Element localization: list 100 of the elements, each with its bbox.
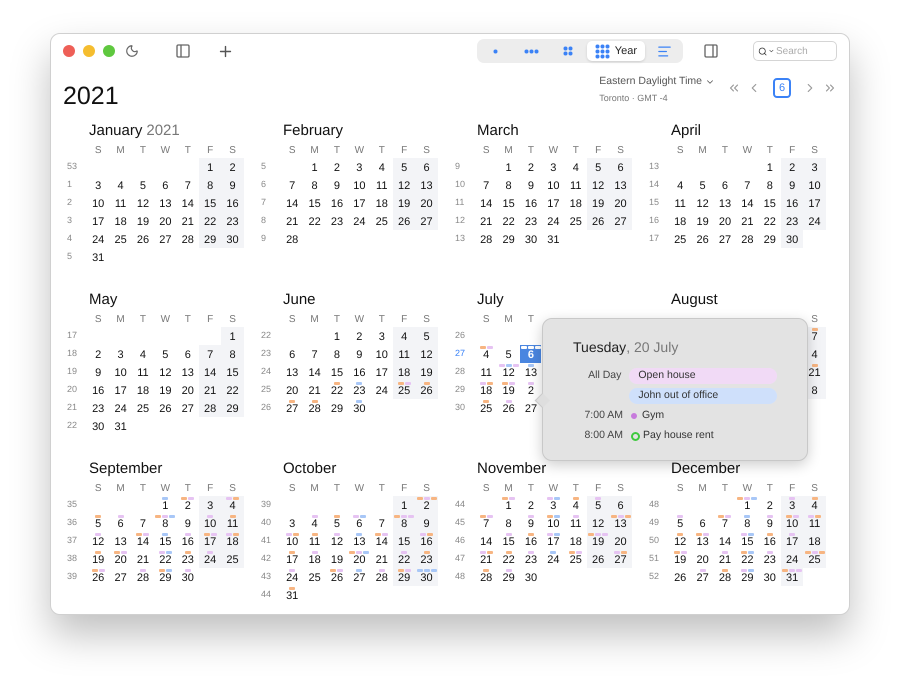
day-number[interactable]: 5 bbox=[162, 349, 168, 362]
day-number[interactable]: 19 bbox=[330, 554, 344, 567]
day-number[interactable]: 27 bbox=[696, 572, 709, 585]
day-number[interactable]: 27 bbox=[159, 234, 172, 247]
day-number[interactable]: 28 bbox=[286, 234, 298, 247]
day-number[interactable]: 2 bbox=[528, 500, 534, 513]
search-input[interactable]: Search bbox=[776, 44, 832, 58]
day-number[interactable]: 29 bbox=[764, 234, 776, 247]
day-number[interactable]: 1 bbox=[506, 500, 512, 513]
day-number[interactable]: 31 bbox=[547, 234, 560, 247]
day-number[interactable]: 30 bbox=[353, 403, 366, 416]
day-number[interactable]: 7 bbox=[312, 349, 318, 362]
moon-icon[interactable] bbox=[125, 44, 139, 58]
day-number[interactable]: 4 bbox=[572, 500, 579, 513]
day-number[interactable]: 25 bbox=[376, 216, 388, 229]
day-number[interactable]: 3 bbox=[118, 349, 124, 362]
day-number[interactable]: 21 bbox=[182, 216, 194, 229]
day-number[interactable]: 16 bbox=[524, 536, 538, 549]
day-number[interactable]: 3 bbox=[356, 162, 362, 175]
day-number[interactable]: 17 bbox=[286, 554, 298, 567]
day-number[interactable]: 3 bbox=[378, 331, 385, 344]
day-number[interactable]: 7 bbox=[140, 518, 146, 531]
day-number[interactable]: 11 bbox=[570, 518, 582, 531]
day-number[interactable]: 3 bbox=[289, 518, 296, 531]
timezone-dropdown[interactable]: Eastern Daylight Time bbox=[599, 74, 715, 90]
day-number[interactable]: 18 bbox=[114, 216, 127, 229]
day-number[interactable]: 27 bbox=[286, 403, 298, 416]
day-number[interactable]: 11 bbox=[114, 198, 126, 211]
day-number[interactable]: 28 bbox=[718, 572, 732, 585]
day-number[interactable]: 2 bbox=[184, 500, 191, 513]
day-number[interactable]: 22 bbox=[741, 554, 754, 567]
day-number[interactable]: 12 bbox=[674, 536, 686, 549]
day-number[interactable]: 8 bbox=[162, 518, 168, 531]
day-number[interactable]: 7 bbox=[378, 518, 385, 531]
day-number[interactable]: 14 bbox=[182, 198, 194, 211]
day-number[interactable]: 19 bbox=[159, 385, 172, 398]
day-number[interactable]: 23 bbox=[764, 554, 776, 567]
day-number[interactable]: 4 bbox=[677, 180, 684, 193]
close-button[interactable] bbox=[63, 45, 75, 57]
day-number[interactable]: 7 bbox=[184, 180, 191, 193]
day-number[interactable]: 19 bbox=[502, 385, 515, 398]
day-number[interactable]: 4 bbox=[312, 518, 318, 531]
day-number[interactable]: 25 bbox=[480, 403, 492, 416]
day-number[interactable]: 26 bbox=[674, 572, 686, 585]
day-number[interactable]: 2 bbox=[95, 349, 102, 362]
day-number[interactable]: 22 bbox=[330, 385, 344, 398]
day-number[interactable]: 15 bbox=[159, 536, 172, 549]
day-number[interactable]: 18 bbox=[570, 198, 582, 211]
day-number[interactable]: 26 bbox=[330, 572, 344, 585]
day-number[interactable]: 30 bbox=[182, 572, 194, 585]
task-title[interactable]: Pay house rent bbox=[643, 428, 714, 444]
day-number[interactable]: 20 bbox=[182, 385, 194, 398]
day-number[interactable]: 28 bbox=[480, 234, 492, 247]
day-number[interactable]: 26 bbox=[159, 403, 172, 416]
day-number[interactable]: 20 bbox=[718, 216, 732, 229]
day-number[interactable]: 24 bbox=[353, 216, 366, 229]
day-number[interactable]: 21 bbox=[480, 554, 492, 567]
day-number[interactable]: 5 bbox=[506, 349, 512, 362]
day-number[interactable]: 6 bbox=[722, 180, 728, 193]
day-number[interactable]: 26 bbox=[696, 234, 709, 247]
day-number[interactable]: 24 bbox=[547, 216, 560, 229]
day-number[interactable]: 21 bbox=[718, 554, 732, 567]
day-number[interactable]: 22 bbox=[502, 216, 515, 229]
day-number[interactable]: 1 bbox=[744, 500, 750, 513]
day-number[interactable]: 7 bbox=[744, 180, 750, 193]
search-field[interactable]: Search bbox=[753, 41, 837, 61]
day-number[interactable]: 17 bbox=[114, 385, 127, 398]
day-number[interactable]: 10 bbox=[92, 198, 104, 211]
all-day-event[interactable]: Open house bbox=[629, 368, 777, 384]
day-number[interactable]: 20 bbox=[159, 216, 172, 229]
day-number[interactable]: 6 bbox=[184, 349, 191, 362]
day-number[interactable]: 17 bbox=[547, 536, 560, 549]
day-number[interactable]: 20 bbox=[286, 385, 298, 398]
day-number[interactable]: 21 bbox=[286, 216, 298, 229]
day-number[interactable]: 14 bbox=[286, 198, 298, 211]
day-number[interactable]: 9 bbox=[766, 518, 773, 531]
day-number[interactable]: 29 bbox=[159, 572, 172, 585]
day-number[interactable]: 13 bbox=[114, 536, 127, 549]
day-number[interactable]: 8 bbox=[334, 349, 340, 362]
day-number[interactable]: 5 bbox=[95, 518, 102, 531]
day-number[interactable]: 27 bbox=[718, 234, 732, 247]
day-number[interactable]: 4 bbox=[483, 349, 490, 362]
day-number[interactable]: 1 bbox=[312, 162, 318, 175]
day-number[interactable]: 28 bbox=[182, 234, 194, 247]
day-number[interactable]: 10 bbox=[376, 349, 388, 362]
day-number[interactable]: 30 bbox=[764, 572, 776, 585]
day-number[interactable]: 6 bbox=[700, 518, 706, 531]
day-number[interactable]: 27 bbox=[524, 403, 538, 416]
day-number[interactable]: 23 bbox=[92, 403, 104, 416]
day-number[interactable]: 2 bbox=[356, 331, 362, 344]
day-number[interactable]: 22 bbox=[308, 216, 321, 229]
day-number[interactable]: 12 bbox=[92, 536, 104, 549]
day-number[interactable]: 31 bbox=[92, 252, 104, 265]
day-number[interactable]: 16 bbox=[764, 536, 776, 549]
day-number[interactable]: 15 bbox=[330, 367, 344, 380]
today-button[interactable]: 6 bbox=[773, 78, 791, 98]
day-number[interactable]: 24 bbox=[114, 403, 127, 416]
day-number[interactable]: 29 bbox=[502, 572, 515, 585]
day-number[interactable]: 23 bbox=[353, 385, 366, 398]
day-number[interactable]: 26 bbox=[502, 403, 515, 416]
